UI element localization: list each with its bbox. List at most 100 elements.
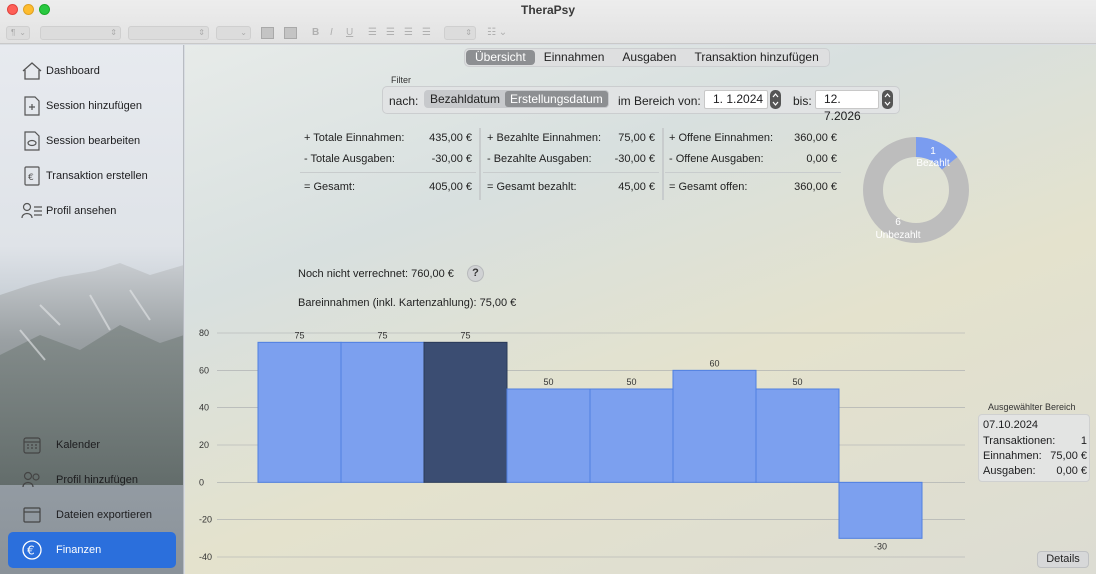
y-tick-label: 20 bbox=[199, 440, 209, 450]
sidebar-item-calendar[interactable]: Kalender bbox=[8, 430, 176, 460]
svg-text:€: € bbox=[27, 544, 35, 558]
bar-value-label: 50 bbox=[626, 377, 636, 387]
chart-bar[interactable] bbox=[423, 341, 508, 483]
income-label: Einnahmen: bbox=[983, 450, 1042, 462]
sidebar-item-label: Session hinzufügen bbox=[46, 100, 143, 112]
sidebar: Dashboard Session hinzufügen Session bea… bbox=[0, 45, 184, 574]
y-tick-label: -40 bbox=[199, 552, 212, 562]
chart-bar[interactable] bbox=[340, 341, 425, 483]
sidebar-item-label: Session bearbeiten bbox=[46, 135, 141, 147]
selected-range-date: 07.10.2024 bbox=[983, 419, 1039, 431]
sidebar-item-session-add[interactable]: Session hinzufügen bbox=[8, 91, 176, 121]
y-tick-label: 80 bbox=[199, 328, 209, 338]
sidebar-item-profile-add[interactable]: Profil hinzufügen bbox=[8, 465, 176, 495]
paragraph-style-popup[interactable]: ¶ ⌄ bbox=[6, 26, 30, 40]
calendar-icon bbox=[20, 433, 44, 457]
filter-by-label: nach: bbox=[389, 94, 419, 108]
stat-label: - Totale Ausgaben: bbox=[304, 153, 395, 165]
divider bbox=[483, 172, 659, 173]
archive-icon bbox=[20, 503, 44, 527]
svg-text:€: € bbox=[28, 173, 34, 183]
line-spacing-popup[interactable]: ⇕ bbox=[444, 26, 476, 40]
align-right-icon[interactable]: ☰ bbox=[404, 26, 413, 40]
bold-button[interactable]: B bbox=[312, 26, 319, 40]
chart-bar[interactable] bbox=[755, 388, 840, 483]
align-left-icon[interactable]: ☰ bbox=[368, 26, 377, 40]
euro-circle-icon: € bbox=[20, 538, 44, 562]
chart-bar[interactable] bbox=[589, 388, 674, 483]
date-to-stepper[interactable] bbox=[882, 90, 893, 109]
sidebar-item-label: Profil hinzufügen bbox=[56, 474, 138, 486]
stat-value: -30,00 € bbox=[431, 153, 472, 165]
y-tick-label: 60 bbox=[199, 365, 209, 375]
tab-income[interactable]: Einnahmen bbox=[535, 50, 614, 65]
y-tick-label: 40 bbox=[199, 403, 209, 413]
help-button[interactable]: ? bbox=[467, 265, 484, 282]
to-label: bis: bbox=[793, 94, 812, 108]
font-style-popup[interactable]: ⇕ bbox=[128, 26, 209, 40]
house-icon bbox=[20, 59, 44, 83]
transactions-label: Transaktionen: bbox=[983, 435, 1056, 447]
donut-unpaid-count: 6 bbox=[895, 217, 901, 228]
sidebar-item-export-files[interactable]: Dateien exportieren bbox=[8, 500, 176, 530]
selected-range-income-row: Einnahmen: 75,00 € bbox=[983, 450, 1087, 462]
chevron-down-icon: ⌄ bbox=[19, 28, 26, 37]
date-from-stepper[interactable] bbox=[770, 90, 781, 109]
chart-bar[interactable] bbox=[257, 341, 342, 483]
align-justify-icon[interactable]: ☰ bbox=[422, 26, 431, 40]
align-center-icon[interactable]: ☰ bbox=[386, 26, 395, 40]
font-family-popup[interactable]: ⇕ bbox=[40, 26, 121, 40]
stat-value: 405,00 € bbox=[429, 181, 472, 193]
chart-bar[interactable] bbox=[506, 388, 591, 483]
stat-value: -30,00 € bbox=[614, 153, 655, 165]
stat-value: 435,00 € bbox=[429, 132, 472, 144]
donut-paid-label: Bezahlt bbox=[916, 158, 950, 169]
divider bbox=[300, 172, 476, 173]
font-size-popup[interactable]: ⌄ bbox=[216, 26, 251, 40]
list-style-icon[interactable]: ☷ ⌄ bbox=[487, 26, 507, 40]
text-color-swatch[interactable] bbox=[261, 27, 274, 39]
selected-range-date-row: 07.10.2024 bbox=[983, 419, 1087, 431]
not-billed-amount: Noch nicht verrechnet: 760,00 € bbox=[298, 268, 454, 280]
date-to-field[interactable]: 12. 7.2026 bbox=[815, 90, 879, 123]
bar-value-label: 75 bbox=[294, 330, 304, 340]
tab-overview[interactable]: Übersicht bbox=[466, 50, 535, 65]
chart-bar[interactable] bbox=[672, 369, 757, 483]
selected-range-expenses-row: Ausgaben: 0,00 € bbox=[983, 465, 1087, 477]
transactions-bar-chart[interactable]: 80 60 40 20 0 -20 -40 75 75 75 50 50 60 50 -30 bbox=[195, 322, 970, 567]
segment-creation-date[interactable]: Erstellungsdatum bbox=[505, 91, 608, 107]
sidebar-item-profile-view[interactable]: Profil ansehen bbox=[8, 196, 176, 226]
tab-expenses[interactable]: Ausgaben bbox=[613, 50, 685, 65]
sidebar-item-transaction-create[interactable]: € Transaktion erstellen bbox=[8, 161, 176, 191]
payment-status-donut[interactable]: 1 Bezahlt 6 Unbezahlt bbox=[861, 135, 971, 245]
expenses-label: Ausgaben: bbox=[983, 465, 1036, 477]
details-button[interactable]: Details bbox=[1037, 551, 1089, 568]
person-list-icon bbox=[20, 199, 44, 223]
sidebar-item-label: Dashboard bbox=[46, 65, 100, 77]
tab-add-transaction[interactable]: Transaktion hinzufügen bbox=[685, 50, 827, 65]
segment-payment-date[interactable]: Bezahldatum bbox=[425, 91, 505, 107]
stat-label: = Gesamt: bbox=[304, 181, 356, 193]
background-color-swatch[interactable] bbox=[284, 27, 297, 39]
italic-button[interactable]: I bbox=[330, 26, 333, 40]
underline-button[interactable]: U bbox=[346, 26, 353, 40]
sidebar-item-label: Finanzen bbox=[56, 544, 102, 556]
chart-bar[interactable] bbox=[838, 481, 923, 539]
sidebar-item-dashboard[interactable]: Dashboard bbox=[8, 56, 176, 86]
stat-value: 0,00 € bbox=[806, 153, 837, 165]
bar-value-label: 75 bbox=[460, 330, 470, 340]
date-from-field[interactable]: 1. 1.2024 bbox=[704, 90, 768, 109]
doc-edit-icon bbox=[20, 129, 44, 153]
bar-value-label: 60 bbox=[709, 358, 719, 368]
stat-value: 75,00 € bbox=[618, 132, 655, 144]
income-value: 75,00 € bbox=[1050, 450, 1087, 462]
window-title: TheraPsy bbox=[520, 3, 576, 17]
donut-paid-count: 1 bbox=[930, 146, 936, 157]
sidebar-item-finances[interactable]: € Finanzen bbox=[8, 532, 176, 568]
doc-plus-icon bbox=[20, 94, 44, 118]
selected-range-title: Ausgewählter Bereich bbox=[988, 402, 1076, 412]
date-type-segmented-control: Bezahldatum Erstellungsdatum bbox=[424, 90, 609, 108]
sidebar-item-session-edit[interactable]: Session bearbeiten bbox=[8, 126, 176, 156]
cash-income-amount: Bareinnahmen (inkl. Kartenzahlung): 75,0… bbox=[298, 297, 517, 309]
filter-title: Filter bbox=[391, 75, 411, 85]
